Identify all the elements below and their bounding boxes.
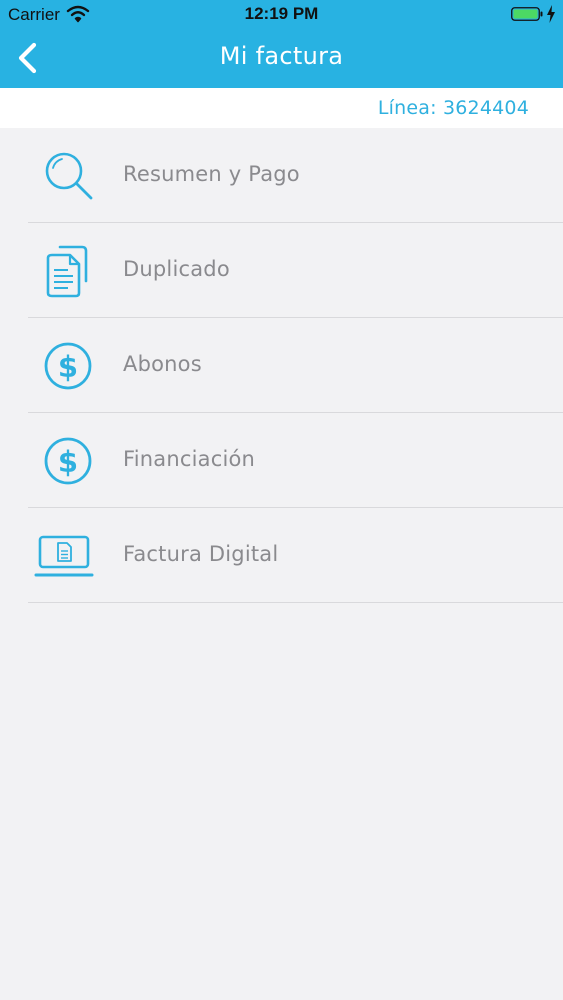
line-info-bar: Línea: 3624404 [0,88,563,128]
menu-item-label: Duplicado [123,257,230,281]
menu-item-financiacion[interactable]: $ Financiación [28,413,563,508]
charging-icon [547,5,555,23]
search-icon [45,152,93,200]
dollar-icon: $ [44,342,92,390]
menu-item-factura-digital[interactable]: Factura Digital [28,508,563,603]
svg-text:$: $ [58,350,78,384]
dollar-icon: $ [44,437,92,485]
menu-item-duplicado[interactable]: Duplicado [28,223,563,318]
menu-item-label: Factura Digital [123,542,279,566]
header: Carrier 12:19 PM Mi factura [0,0,563,88]
battery-icon [511,7,543,21]
document-icon [46,245,88,298]
page-title: Mi factura [219,42,344,70]
svg-text:$: $ [58,445,78,479]
status-bar: Carrier 12:19 PM [0,0,563,30]
navigation-bar: Mi factura [0,30,563,88]
clock: 12:19 PM [244,4,319,23]
menu-item-label: Resumen y Pago [123,162,300,186]
menu-item-resumen-pago[interactable]: Resumen y Pago [28,128,563,223]
laptop-document-icon [34,535,94,577]
menu-item-label: Abonos [123,352,202,376]
line-number: Línea: 3624404 [377,97,529,119]
menu-item-label: Financiación [123,447,256,471]
menu-item-abonos[interactable]: $ Abonos [28,318,563,413]
